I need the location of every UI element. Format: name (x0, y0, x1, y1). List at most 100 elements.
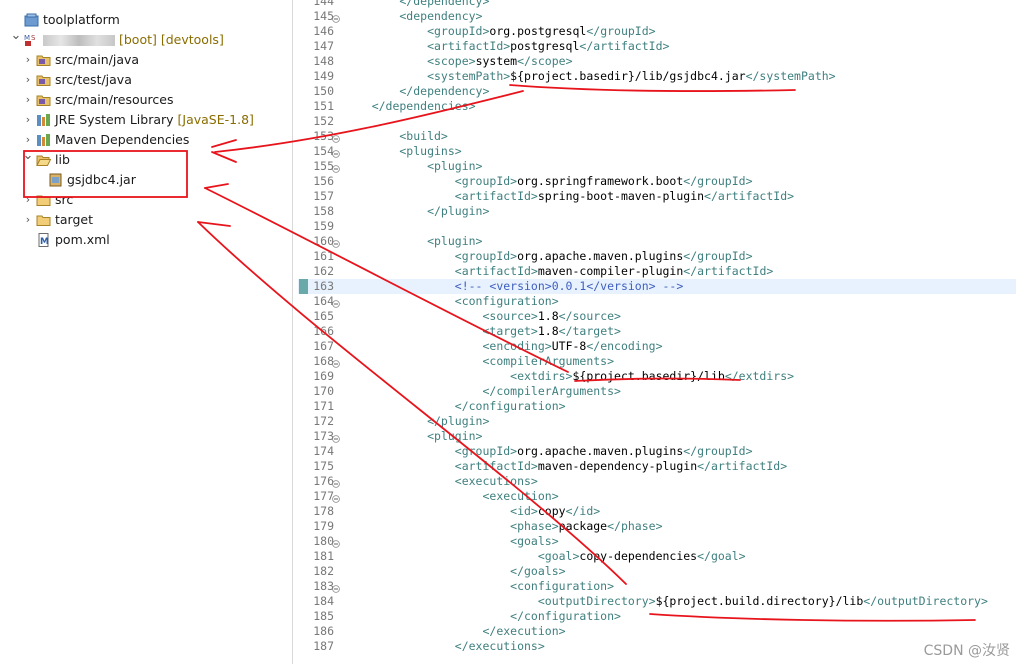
code-text: <configuration> (344, 579, 615, 593)
code-line-180[interactable]: 180 <goals> (298, 534, 1016, 549)
folder-open-icon (36, 153, 52, 167)
fold-toggle-icon[interactable] (332, 297, 340, 308)
code-line-173[interactable]: 173 <plugin> (298, 429, 1016, 444)
chevron-right-icon[interactable]: › (22, 90, 34, 110)
code-line-157[interactable]: 157 <artifactId>spring-boot-maven-plugin… (298, 189, 1016, 204)
fold-toggle-icon[interactable] (332, 582, 340, 593)
redacted-project-name (43, 35, 115, 46)
code-line-168[interactable]: 168 <compilerArguments> (298, 354, 1016, 369)
fold-toggle-icon[interactable] (332, 477, 340, 488)
code-text: <executions> (344, 474, 538, 488)
tree-item-label: [boot] [devtools] (43, 30, 224, 50)
tree-item-maven-dependencies[interactable]: › Maven Dependencies (0, 130, 290, 150)
fold-toggle-icon[interactable] (332, 147, 340, 158)
code-text: <plugins> (344, 144, 462, 158)
source-folder-icon (36, 53, 51, 67)
code-line-159[interactable]: 159 (298, 219, 1016, 234)
chevron-right-icon[interactable]: › (22, 210, 34, 230)
code-text: <extdirs>${project.basedir}/lib</extdirs… (344, 369, 795, 383)
tree-item-gsjdbc4-jar[interactable]: gsjdbc4.jar (0, 170, 290, 190)
code-line-163[interactable]: 163 <!-- <version>0.0.1</version> --> (298, 279, 1016, 294)
code-text: </executions> (344, 639, 545, 653)
code-line-175[interactable]: 175 <artifactId>maven-dependency-plugin<… (298, 459, 1016, 474)
code-line-160[interactable]: 160 <plugin> (298, 234, 1016, 249)
chevron-right-icon[interactable]: › (22, 70, 34, 90)
chevron-right-icon[interactable]: › (22, 130, 34, 150)
code-line-166[interactable]: 166 <target>1.8</target> (298, 324, 1016, 339)
code-line-176[interactable]: 176 <executions> (298, 474, 1016, 489)
chevron-right-icon[interactable]: › (22, 50, 34, 70)
code-line-145[interactable]: 145 <dependency> (298, 9, 1016, 24)
tree-item-toolplatform[interactable]: toolplatform (0, 10, 290, 30)
fold-toggle-icon[interactable] (332, 132, 340, 143)
line-number: 185 (313, 609, 334, 623)
fold-toggle-icon[interactable] (332, 357, 340, 368)
tree-item-label: pom.xml (55, 232, 110, 247)
chevron-down-icon[interactable]: ⌄ (22, 149, 34, 170)
tree-item-jre-system-library[interactable]: › JRE System Library [JavaSE-1.8] (0, 110, 290, 130)
code-line-179[interactable]: 179 <phase>package</phase> (298, 519, 1016, 534)
code-text: <groupId>org.apache.maven.plugins</group… (344, 444, 753, 458)
line-number: 165 (313, 309, 334, 323)
code-line-162[interactable]: 162 <artifactId>maven-compiler-plugin</a… (298, 264, 1016, 279)
code-line-161[interactable]: 161 <groupId>org.apache.maven.plugins</g… (298, 249, 1016, 264)
tree-item-src-main-java[interactable]: › src/main/java (0, 50, 290, 70)
fold-toggle-icon[interactable] (332, 492, 340, 503)
code-line-174[interactable]: 174 <groupId>org.apache.maven.plugins</g… (298, 444, 1016, 459)
line-number: 183 (313, 579, 334, 593)
code-line-170[interactable]: 170 </compilerArguments> (298, 384, 1016, 399)
library-icon (36, 113, 51, 127)
code-line-154[interactable]: 154 <plugins> (298, 144, 1016, 159)
tree-item-src[interactable]: › src (0, 190, 290, 210)
code-line-150[interactable]: 150 </dependency> (298, 84, 1016, 99)
code-line-156[interactable]: 156 <groupId>org.springframework.boot</g… (298, 174, 1016, 189)
code-line-187[interactable]: 187 </executions> (298, 639, 1016, 654)
tree-item-lib[interactable]: ⌄ lib (0, 149, 290, 170)
code-text: <systemPath>${project.basedir}/lib/gsjdb… (344, 69, 836, 83)
fold-toggle-icon[interactable] (332, 237, 340, 248)
code-line-182[interactable]: 182 </goals> (298, 564, 1016, 579)
code-line-155[interactable]: 155 <plugin> (298, 159, 1016, 174)
code-line-152[interactable]: 152 (298, 114, 1016, 129)
code-line-171[interactable]: 171 </configuration> (298, 399, 1016, 414)
code-line-178[interactable]: 178 <id>copy</id> (298, 504, 1016, 519)
tree-item-boot-devtools[interactable]: ⌄ M S [boot] [devtools] (0, 29, 290, 50)
fold-toggle-icon[interactable] (332, 162, 340, 173)
code-line-144[interactable]: 144 </dependency> (298, 0, 1016, 9)
code-line-148[interactable]: 148 <scope>system</scope> (298, 54, 1016, 69)
line-number: 181 (313, 549, 334, 563)
code-line-147[interactable]: 147 <artifactId>postgresql</artifactId> (298, 39, 1016, 54)
tree-item-pom-xml[interactable]: Mpom.xml (0, 230, 290, 250)
code-line-164[interactable]: 164 <configuration> (298, 294, 1016, 309)
chevron-down-icon[interactable]: ⌄ (10, 29, 22, 50)
fold-toggle-icon[interactable] (332, 432, 340, 443)
line-number: 187 (313, 639, 334, 653)
pom-xml-editor[interactable]: 144 </dependency> 145 <dependency> 146 <gr… (298, 0, 1016, 664)
code-text: <compilerArguments> (344, 354, 615, 368)
code-line-167[interactable]: 167 <encoding>UTF-8</encoding> (298, 339, 1016, 354)
fold-toggle-icon[interactable] (332, 537, 340, 548)
code-line-153[interactable]: 153 <build> (298, 129, 1016, 144)
tree-item-label: src/main/resources (55, 92, 174, 107)
code-line-185[interactable]: 185 </configuration> (298, 609, 1016, 624)
code-line-186[interactable]: 186 </execution> (298, 624, 1016, 639)
code-line-169[interactable]: 169 <extdirs>${project.basedir}/lib</ext… (298, 369, 1016, 384)
code-line-172[interactable]: 172 </plugin> (298, 414, 1016, 429)
tree-item-src-main-resources[interactable]: › src/main/resources (0, 90, 290, 110)
tree-item-target[interactable]: › target (0, 210, 290, 230)
code-line-149[interactable]: 149 <systemPath>${project.basedir}/lib/g… (298, 69, 1016, 84)
line-number: 144 (313, 0, 334, 8)
code-line-177[interactable]: 177 <execution> (298, 489, 1016, 504)
code-line-183[interactable]: 183 <configuration> (298, 579, 1016, 594)
library-icon (36, 133, 51, 147)
code-line-165[interactable]: 165 <source>1.8</source> (298, 309, 1016, 324)
fold-toggle-icon[interactable] (332, 12, 340, 23)
tree-item-src-test-java[interactable]: › src/test/java (0, 70, 290, 90)
code-line-146[interactable]: 146 <groupId>org.postgresql</groupId> (298, 24, 1016, 39)
chevron-right-icon[interactable]: › (22, 190, 34, 210)
code-line-151[interactable]: 151 </dependencies> (298, 99, 1016, 114)
code-line-158[interactable]: 158 </plugin> (298, 204, 1016, 219)
chevron-right-icon[interactable]: › (22, 110, 34, 130)
code-line-181[interactable]: 181 <goal>copy-dependencies</goal> (298, 549, 1016, 564)
code-line-184[interactable]: 184 <outputDirectory>${project.build.dir… (298, 594, 1016, 609)
